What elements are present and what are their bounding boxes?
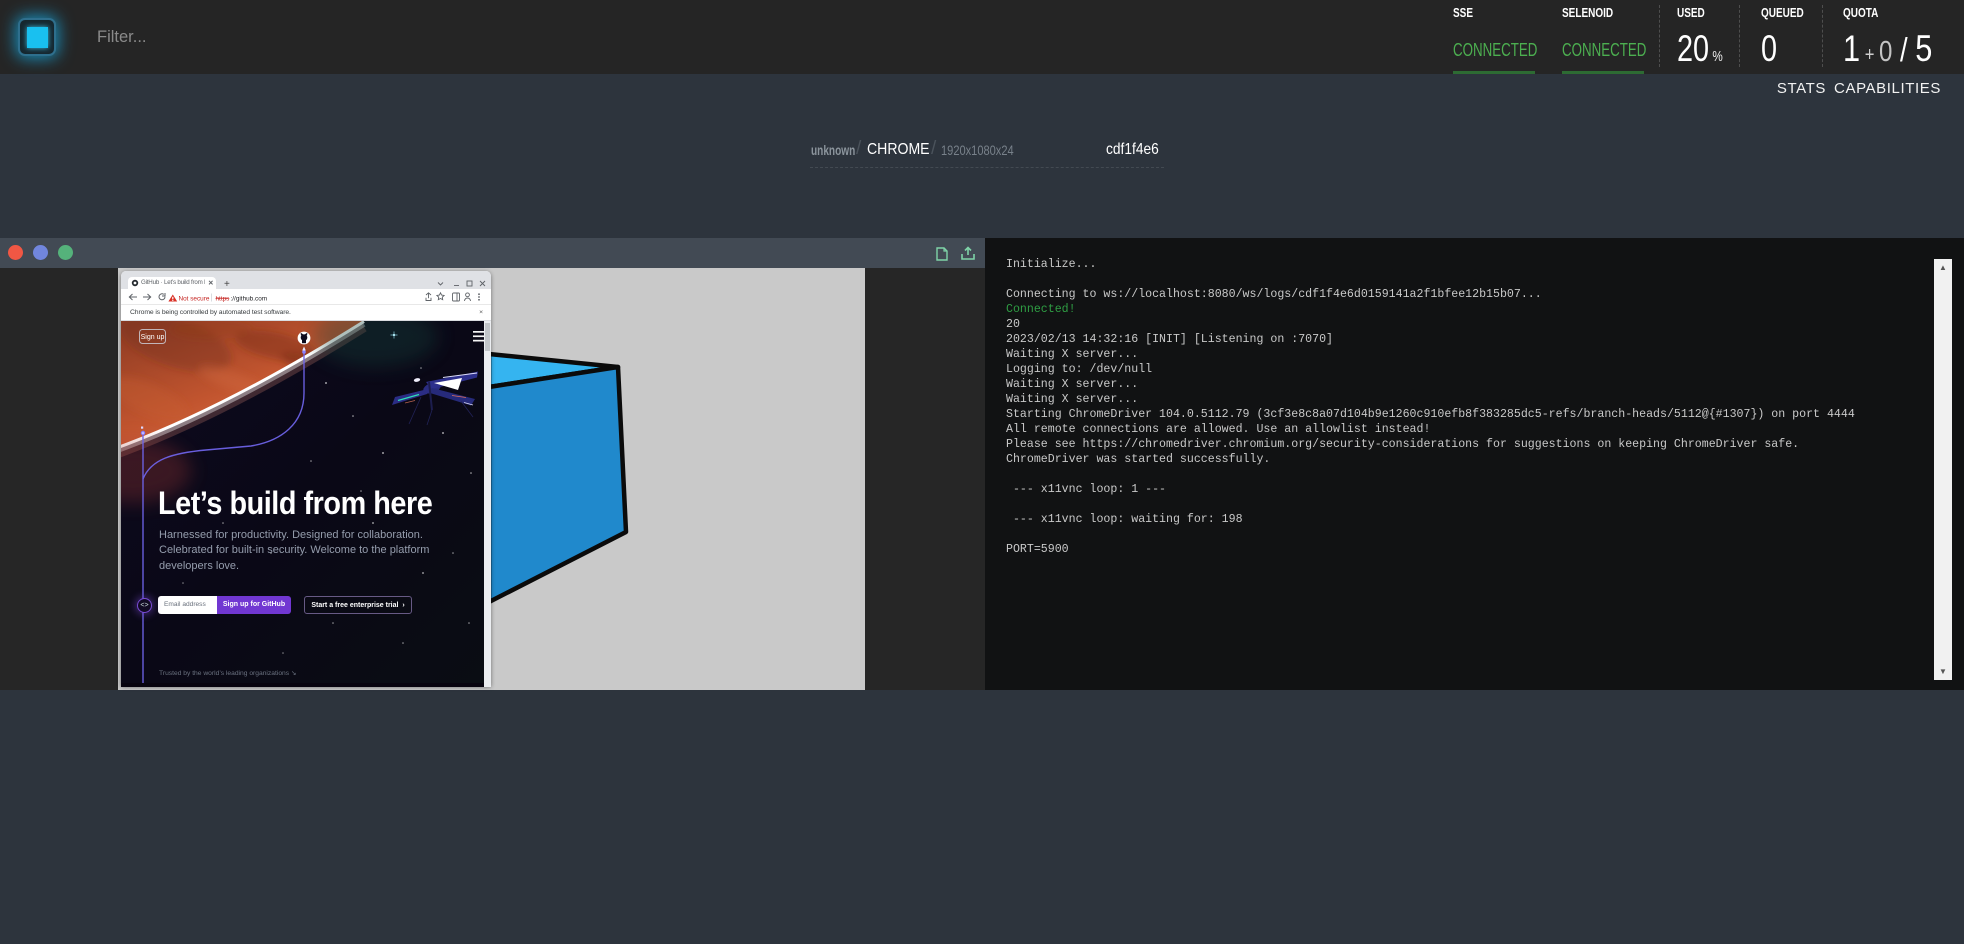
svg-text:://github.com: ://github.com xyxy=(231,295,268,302)
svg-text:https: https xyxy=(216,295,230,302)
svg-text:Not secure: Not secure xyxy=(179,295,210,302)
svg-text:Sign up: Sign up xyxy=(141,334,165,341)
